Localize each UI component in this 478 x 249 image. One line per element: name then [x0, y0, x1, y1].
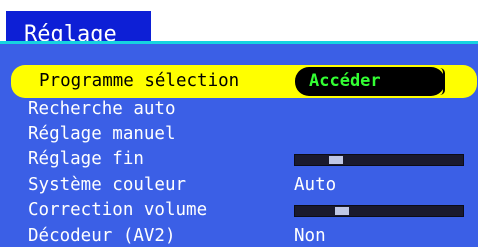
menu-item-label: Programme sélection [39, 71, 240, 91]
fine-tuning-slider[interactable] [294, 154, 464, 166]
menu-item-label: Réglage fin [28, 149, 144, 169]
menu-item-recherche-auto[interactable]: Recherche auto [0, 97, 478, 122]
decoder-value: Non [294, 226, 326, 246]
highlight-edge [440, 68, 445, 95]
menu-item-label: Système couleur [28, 175, 187, 195]
menu-item-decodeur-av2[interactable]: Décodeur (AV2) Non [0, 224, 478, 249]
color-system-value: Auto [294, 175, 337, 195]
menu-item-reglage-manuel[interactable]: Réglage manuel [0, 122, 478, 147]
access-button[interactable]: Accéder [295, 67, 445, 96]
menu-item-label: Correction volume [28, 200, 208, 220]
menu-item-reglage-fin[interactable]: Réglage fin [0, 147, 478, 172]
menu-item-label: Décodeur (AV2) [28, 226, 176, 246]
slider-thumb[interactable] [329, 156, 343, 164]
menu-item-systeme-couleur[interactable]: Système couleur Auto [0, 173, 478, 198]
slider-thumb[interactable] [335, 207, 349, 215]
menu-item-programme-selection[interactable]: Programme sélection Accéder [11, 65, 477, 98]
settings-panel: Programme sélection Accéder Recherche au… [0, 41, 478, 247]
volume-correction-slider[interactable] [294, 205, 464, 217]
menu-item-label: Réglage manuel [28, 124, 176, 144]
menu-item-label: Recherche auto [28, 99, 176, 119]
menu-item-correction-volume[interactable]: Correction volume [0, 198, 478, 223]
